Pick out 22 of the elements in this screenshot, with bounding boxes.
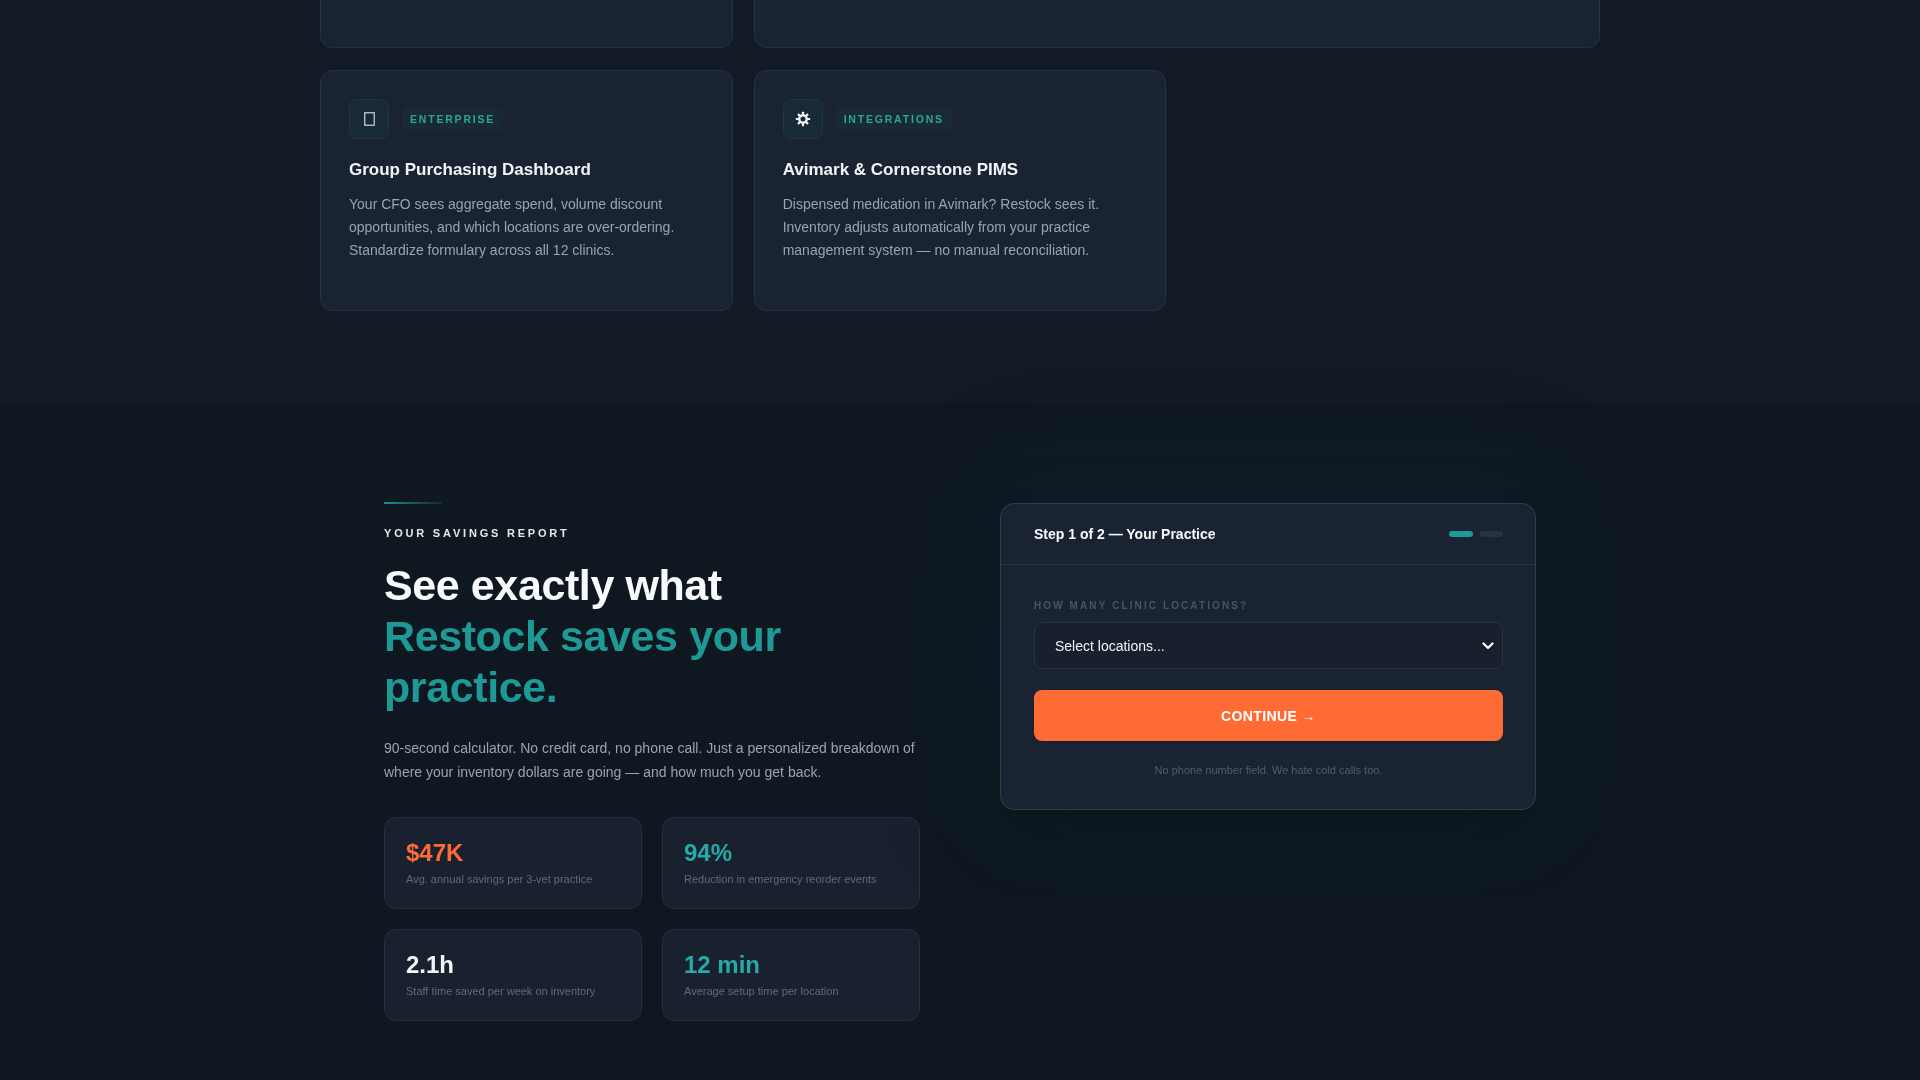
- category-tag: ENTERPRISE: [402, 108, 504, 130]
- card-title: Group Purchasing Dashboard: [349, 159, 592, 181]
- stat-label: Avg. annual savings per 3-vet practice: [406, 872, 594, 886]
- description-text: 90-second calculator. No credit card, no phone call. Just a personalized breakdown of where your inventory dollars are going — and how much you get back.: [384, 739, 916, 782]
- card-title: Avimark & Cornerstone PIMS: [782, 159, 1020, 181]
- eyebrow-text: YOUR SAVINGS REPORT: [384, 526, 571, 540]
- location-select[interactable]: Select locations...: [1034, 622, 1503, 669]
- stat-value: 2.1h: [406, 951, 456, 979]
- stat-label: Average setup time per location: [684, 984, 840, 998]
- stat-label: Staff time saved per week on inventory: [406, 984, 597, 998]
- chevron-down-icon: [1482, 641, 1494, 650]
- step-title: Step 1 of 2 — Your Practice: [1034, 525, 1216, 543]
- stat-label: Reduction in emergency reorder events: [684, 872, 878, 886]
- rectangle-icon: [349, 99, 389, 139]
- card-description: Dispensed medication in Avimark? Restock sees it. Inventory adjusts automatically from your practice management system — no manual reconciliation.: [782, 195, 1101, 260]
- category-tag: INTEGRATIONS: [835, 108, 952, 130]
- card-description: Your CFO sees aggregate spend, volume discount opportunities, and which locations are over-ordering. Standardize formulary across all 12 clinics.: [349, 195, 676, 260]
- headline: See exactly what Restock saves your practice.: [384, 560, 782, 713]
- stat-value: 94%: [684, 839, 734, 867]
- stat-value: 12 min: [684, 951, 762, 979]
- gear-icon: [782, 99, 823, 139]
- stat-value: $47K: [406, 839, 465, 867]
